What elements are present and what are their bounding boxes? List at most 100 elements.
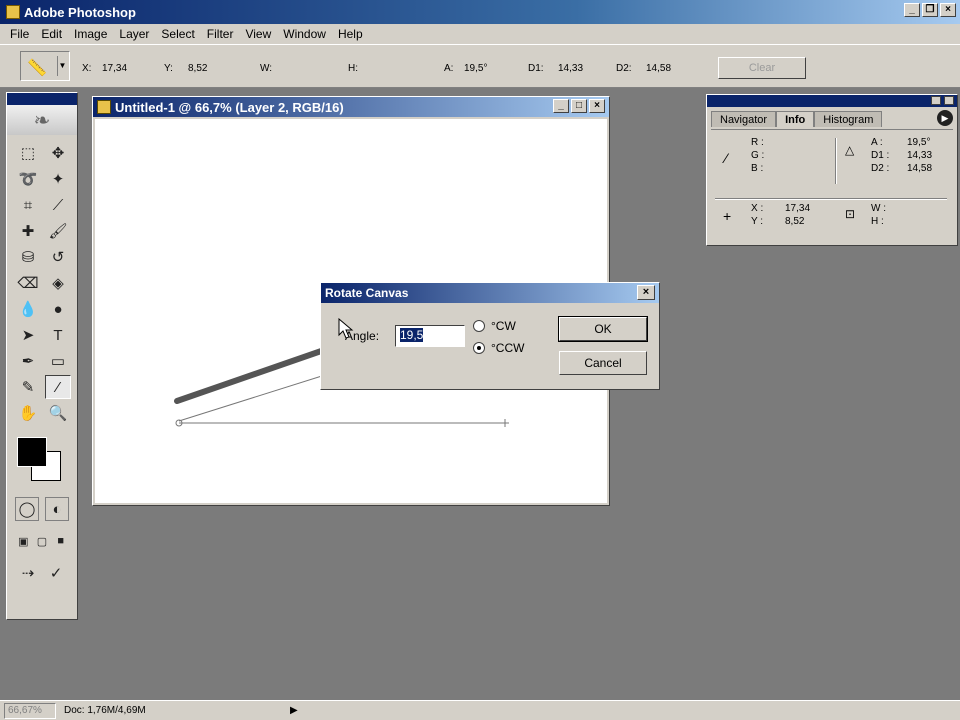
a-label: A: [444, 63, 454, 74]
menu-image[interactable]: Image [68, 27, 113, 41]
info-divider-vertical [835, 138, 837, 184]
tool-preset-picker[interactable]: 📏 ▼ [20, 51, 70, 81]
dialog-title-bar[interactable]: Rotate Canvas × [321, 283, 659, 303]
crop-tool-icon[interactable]: ⌗ [15, 193, 41, 217]
doc-maximize-button[interactable]: □ [571, 99, 587, 113]
angle-icon: △ [845, 143, 855, 157]
zoom-tool-icon[interactable]: 🔍 [45, 401, 71, 425]
full-screen-menu-mode-icon[interactable]: ▢ [34, 529, 51, 553]
dialog-close-button[interactable]: × [637, 285, 655, 300]
toolbox: ❧ ⬚ ✥ ➰ ✦ ⌗ ⟋ ✚ 🖌 ⛁ ↺ ⌫ ◈ 💧 ● ➤ T ✒ ▭ ✎ … [6, 92, 78, 620]
palette-close-button[interactable] [944, 96, 954, 105]
paint-bucket-tool-icon[interactable]: ◈ [45, 271, 71, 295]
app-title-bar: Adobe Photoshop _ ❐ × [0, 0, 960, 24]
tab-navigator[interactable]: Navigator [711, 111, 777, 127]
status-bar: 66,67% Doc: 1,76M/4,69M ▶ [0, 700, 960, 720]
restore-button[interactable]: ❐ [922, 3, 938, 17]
d2-label: D2: [616, 63, 632, 74]
palette-minimize-button[interactable] [931, 96, 941, 105]
angle-values: 19,5° 14,33 14,58 [907, 137, 933, 174]
palette-header[interactable] [707, 95, 957, 107]
close-button[interactable]: × [940, 3, 956, 17]
cw-radio-dot[interactable] [473, 320, 485, 332]
menu-edit[interactable]: Edit [35, 27, 68, 41]
standard-mode-icon[interactable]: ◯ [15, 497, 39, 521]
quick-mask-mode-icon[interactable]: ◐ [45, 497, 69, 521]
slice-tool-icon[interactable]: ⟋ [45, 193, 71, 217]
xy-labels: X : Y : [751, 203, 764, 227]
full-screen-mode-icon[interactable]: ■ [52, 529, 69, 553]
magic-wand-tool-icon[interactable]: ✦ [45, 167, 71, 191]
y-label: Y: [164, 63, 173, 74]
palette-menu-icon[interactable]: ▶ [937, 110, 953, 126]
menu-window[interactable]: Window [277, 27, 332, 41]
measure-tool-icon[interactable]: ⁄ [45, 375, 71, 399]
check-icon[interactable]: ✓ [43, 561, 69, 585]
marquee-tool-icon[interactable]: ⬚ [15, 141, 41, 165]
tab-info[interactable]: Info [776, 111, 815, 127]
brush-tool-icon[interactable]: 🖌 [45, 219, 71, 243]
app-title: Adobe Photoshop [24, 4, 136, 20]
menu-filter[interactable]: Filter [201, 27, 240, 41]
move-tool-icon[interactable]: ✥ [45, 141, 71, 165]
lasso-tool-icon[interactable]: ➰ [15, 167, 41, 191]
document-icon [97, 100, 111, 114]
shape-tool-icon[interactable]: ▭ [45, 349, 71, 373]
healing-brush-tool-icon[interactable]: ✚ [15, 219, 41, 243]
status-menu-arrow-icon[interactable]: ▶ [290, 705, 298, 716]
notes-tool-icon[interactable]: ✎ [15, 375, 41, 399]
mouse-cursor-icon [338, 318, 354, 339]
menu-view[interactable]: View [239, 27, 277, 41]
eyedropper-icon: ⁄ [725, 150, 728, 166]
dodge-tool-icon[interactable]: ● [45, 297, 71, 321]
rotate-canvas-dialog: Rotate Canvas × Angle: 19,5 °CW °CCW OK … [320, 282, 660, 390]
photoshop-icon [6, 5, 20, 19]
toolbox-header[interactable] [7, 93, 77, 105]
type-tool-icon[interactable]: T [45, 323, 71, 347]
blur-tool-icon[interactable]: 💧 [15, 297, 41, 321]
zoom-level-field[interactable]: 66,67% [4, 702, 56, 719]
document-title-bar[interactable]: Untitled-1 @ 66,7% (Layer 2, RGB/16) _ □… [93, 97, 609, 117]
eraser-tool-icon[interactable]: ⌫ [15, 271, 41, 295]
document-title: Untitled-1 @ 66,7% (Layer 2, RGB/16) [115, 99, 344, 115]
path-selection-tool-icon[interactable]: ➤ [15, 323, 41, 347]
d1-value: 14,33 [558, 63, 584, 74]
angle-labels: A : D1 : D2 : [871, 137, 890, 174]
doc-close-button[interactable]: × [589, 99, 605, 113]
y-value: 8,52 [188, 63, 208, 74]
d2-value: 14,58 [646, 63, 672, 74]
ccw-label: °CCW [491, 341, 525, 355]
ok-button[interactable]: OK [558, 316, 648, 342]
menu-help[interactable]: Help [332, 27, 369, 41]
menu-select[interactable]: Select [155, 27, 200, 41]
clone-stamp-tool-icon[interactable]: ⛁ [15, 245, 41, 269]
minimize-button[interactable]: _ [904, 3, 920, 17]
foreground-color-swatch[interactable] [17, 437, 47, 467]
history-brush-tool-icon[interactable]: ↺ [45, 245, 71, 269]
doc-minimize-button[interactable]: _ [553, 99, 569, 113]
cancel-button[interactable]: Cancel [559, 351, 647, 375]
hand-tool-icon[interactable]: ✋ [15, 401, 41, 425]
chevron-down-icon[interactable]: ▼ [57, 56, 67, 76]
dialog-title: Rotate Canvas [325, 286, 409, 300]
standard-screen-mode-icon[interactable]: ▣ [15, 529, 32, 553]
ccw-radio-dot[interactable] [473, 342, 485, 354]
angle-input-value: 19,5 [400, 328, 424, 342]
tab-histogram[interactable]: Histogram [814, 111, 883, 127]
ccw-radio[interactable]: °CCW [473, 341, 524, 355]
menu-file[interactable]: File [4, 27, 35, 41]
rgb-labels: R : G : B : [751, 137, 765, 174]
drawn-stroke [174, 346, 330, 404]
a-value: 19,5° [464, 63, 488, 74]
d1-label: D1: [528, 63, 544, 74]
cw-radio[interactable]: °CW [473, 319, 516, 333]
jump-to-imageready-icon[interactable]: ⇢ [15, 561, 41, 585]
feather-logo-icon[interactable]: ❧ [7, 105, 77, 135]
clear-button[interactable]: Clear [718, 57, 806, 79]
menu-layer[interactable]: Layer [113, 27, 155, 41]
angle-input[interactable]: 19,5 [395, 325, 465, 347]
size-icon: ⊡ [845, 207, 856, 221]
wh-labels: W : H : [871, 203, 886, 227]
h-label: H: [348, 63, 358, 74]
pen-tool-icon[interactable]: ✒ [15, 349, 41, 373]
